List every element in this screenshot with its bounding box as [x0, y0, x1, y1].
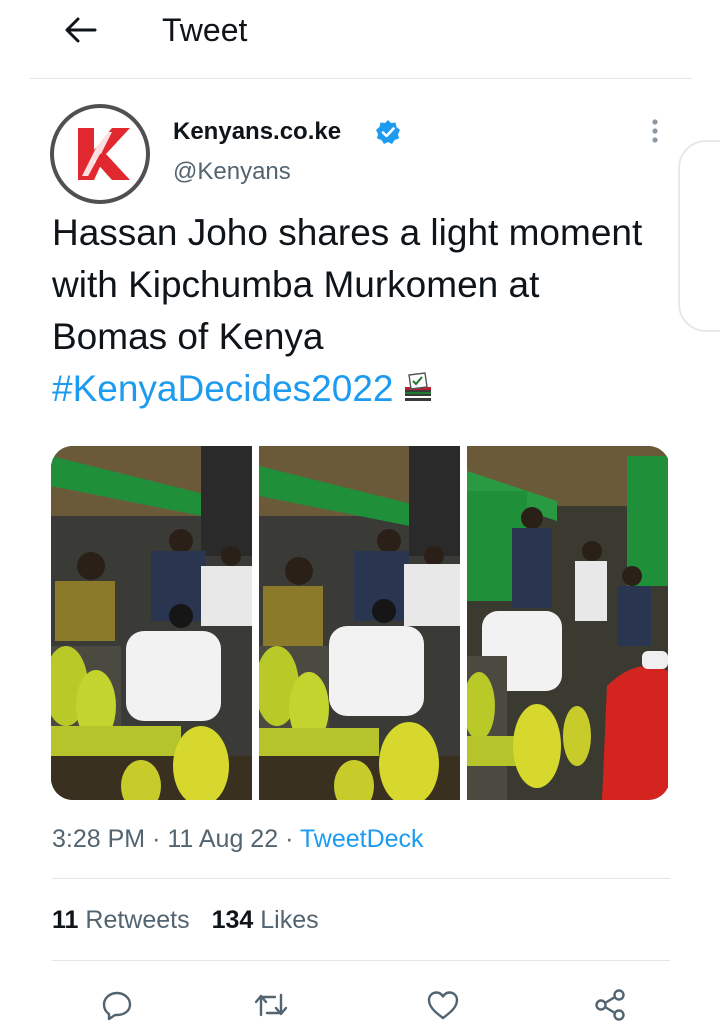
photo-image	[51, 446, 252, 800]
tweet-source-link[interactable]: TweetDeck	[300, 825, 424, 853]
reply-icon	[102, 991, 132, 1021]
retweets-count: 11	[52, 906, 79, 934]
ballot-box-icon	[405, 372, 432, 401]
retweet-icon	[254, 993, 288, 1017]
stats-divider	[52, 960, 670, 961]
media-frame-2[interactable]	[259, 446, 462, 800]
top-bar: Tweet	[0, 0, 720, 60]
likes-stat[interactable]: 134 Likes	[212, 906, 319, 934]
verified-badge-icon	[376, 120, 400, 144]
page-title: Tweet	[162, 12, 248, 48]
arrow-left-icon	[65, 17, 97, 43]
avatar[interactable]	[50, 104, 150, 204]
more-options-button[interactable]	[640, 116, 670, 146]
retweets-stat[interactable]: 11 Retweets	[52, 906, 190, 934]
meta-divider	[52, 878, 670, 879]
display-name[interactable]: Kenyans.co.ke	[173, 117, 341, 147]
retweets-label: Retweets	[85, 906, 190, 934]
photo-image	[467, 446, 668, 800]
hashtag-link[interactable]: #KenyaDecides2022	[52, 368, 393, 409]
reply-button[interactable]	[95, 985, 139, 1025]
kenyans-logo-icon	[78, 128, 130, 180]
back-button[interactable]	[60, 10, 100, 50]
tweet-body: Hassan Joho shares a light moment with K…	[52, 212, 643, 357]
tweet-stats: 11 Retweets 134 Likes	[52, 903, 319, 937]
more-vertical-icon	[652, 119, 658, 143]
tweet-time: 3:28 PM	[52, 825, 146, 853]
tweet-meta: 3:28 PM · 11 Aug 22 · TweetDeck	[52, 822, 424, 856]
scroll-handle[interactable]	[678, 140, 720, 332]
header-divider	[30, 78, 692, 79]
share-button[interactable]	[588, 985, 632, 1025]
tweet-media[interactable]	[51, 446, 670, 800]
meta-separator: ·	[285, 825, 294, 853]
photo-image	[259, 446, 460, 800]
retweet-button[interactable]	[249, 985, 293, 1025]
meta-separator: ·	[152, 825, 161, 853]
likes-label: Likes	[260, 906, 319, 934]
share-icon	[595, 989, 625, 1021]
media-frame-3[interactable]	[467, 446, 670, 800]
user-handle[interactable]: @Kenyans	[173, 157, 291, 187]
like-icon	[427, 991, 459, 1020]
media-frame-1[interactable]	[51, 446, 254, 800]
like-button[interactable]	[421, 985, 465, 1025]
likes-count: 134	[211, 906, 254, 934]
tweet-date: 11 Aug 22	[167, 825, 279, 853]
tweet-text: Hassan Joho shares a light moment with K…	[52, 207, 652, 415]
